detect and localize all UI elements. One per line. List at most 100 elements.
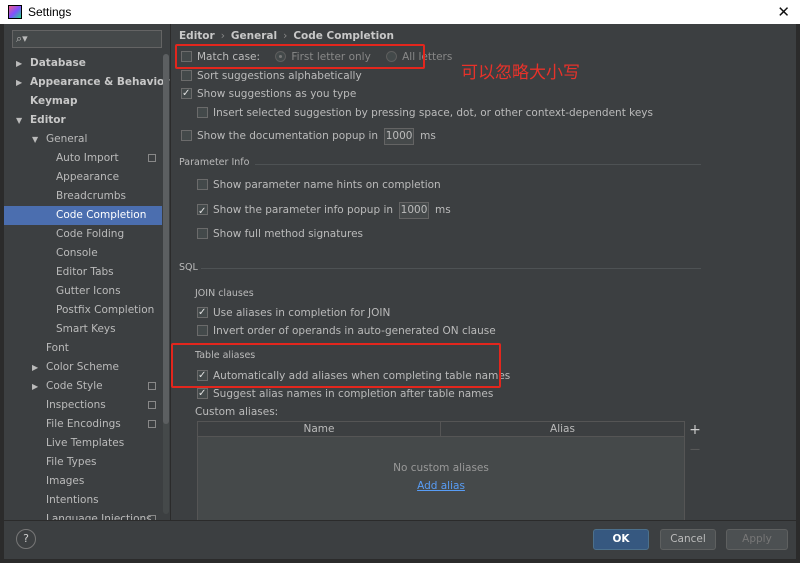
ok-button[interactable]: OK bbox=[593, 529, 649, 550]
sidebar-item-file-encodings[interactable]: File Encodings bbox=[4, 415, 162, 434]
full-signatures-row: Show full method signatures bbox=[197, 226, 363, 242]
param-popup-checkbox[interactable] bbox=[197, 202, 208, 222]
project-scope-icon bbox=[148, 154, 156, 162]
show-as-you-type-checkbox[interactable] bbox=[181, 86, 192, 102]
chevron-right-icon[interactable]: ▶ bbox=[16, 54, 22, 73]
breadcrumb-separator: › bbox=[220, 30, 225, 42]
doc-popup-label: Show the documentation popup in bbox=[197, 130, 379, 142]
sidebar-item-postfix-completion[interactable]: Postfix Completion bbox=[4, 301, 162, 320]
help-button[interactable]: ? bbox=[16, 529, 36, 549]
sidebar-item-font[interactable]: Font bbox=[4, 339, 162, 358]
custom-aliases-table[interactable]: Name Alias No custom aliases Add alias bbox=[197, 421, 685, 521]
chevron-right-icon[interactable]: ▶ bbox=[32, 358, 38, 377]
sidebar-item-database[interactable]: ▶ Database bbox=[4, 54, 162, 73]
sidebar-item-live-templates[interactable]: Live Templates bbox=[4, 434, 162, 453]
sidebar-item-label: Console bbox=[56, 247, 98, 259]
param-popup-row: Show the parameter info popup in 1000 ms bbox=[197, 200, 451, 222]
sidebar-item-label: Code Folding bbox=[56, 228, 125, 240]
sidebar-item-label: Gutter Icons bbox=[56, 285, 121, 297]
column-header-alias[interactable]: Alias bbox=[441, 422, 684, 436]
settings-sidebar: ⌕▾ ▶ Database ▶ Appearance & Behavior Keymap… bbox=[4, 24, 171, 520]
section-divider bbox=[201, 268, 701, 269]
doc-popup-delay-input[interactable]: 1000 bbox=[384, 127, 415, 145]
suggest-alias-label: Suggest alias names in completion after … bbox=[213, 388, 494, 400]
sidebar-item-inspections[interactable]: Inspections bbox=[4, 396, 162, 415]
sidebar-item-label: Appearance bbox=[56, 171, 120, 183]
add-icon[interactable]: + bbox=[687, 422, 703, 438]
add-alias-link[interactable]: Add alias bbox=[198, 480, 684, 492]
sidebar-item-label: Intentions bbox=[46, 494, 99, 506]
sidebar-item-label: Database bbox=[30, 57, 86, 69]
project-scope-icon bbox=[148, 401, 156, 409]
sort-alpha-label: Sort suggestions alphabetically bbox=[197, 70, 362, 82]
sidebar-item-code-style[interactable]: ▶ Code Style bbox=[4, 377, 162, 396]
sidebar-item-code-completion[interactable]: Code Completion bbox=[4, 206, 162, 225]
sidebar-item-code-folding[interactable]: Code Folding bbox=[4, 225, 162, 244]
close-icon[interactable]: ✕ bbox=[777, 3, 790, 21]
sidebar-item-label: Editor Tabs bbox=[56, 266, 114, 278]
sidebar-item-general[interactable]: ▼ General bbox=[4, 130, 162, 149]
section-divider bbox=[255, 164, 701, 165]
sidebar-item-keymap[interactable]: Keymap bbox=[4, 92, 162, 111]
doc-popup-checkbox[interactable] bbox=[181, 130, 192, 141]
sort-alpha-row: Sort suggestions alphabetically bbox=[181, 68, 362, 84]
scrollbar-thumb[interactable] bbox=[163, 54, 169, 424]
param-hints-checkbox[interactable] bbox=[197, 179, 208, 190]
breadcrumb-separator: › bbox=[283, 30, 288, 42]
sidebar-item-label: Appearance & Behavior bbox=[30, 76, 170, 88]
chevron-down-icon[interactable]: ▼ bbox=[16, 111, 22, 130]
use-aliases-checkbox[interactable] bbox=[197, 305, 208, 321]
sidebar-item-breadcrumbs[interactable]: Breadcrumbs bbox=[4, 187, 162, 206]
insert-selected-label: Insert selected suggestion by pressing s… bbox=[213, 107, 653, 119]
param-hints-row: Show parameter name hints on completion bbox=[197, 177, 441, 193]
chevron-right-icon[interactable]: ▶ bbox=[16, 73, 22, 92]
insert-selected-checkbox[interactable] bbox=[197, 107, 208, 118]
param-hints-label: Show parameter name hints on completion bbox=[213, 179, 441, 191]
settings-dialog: ⌕▾ ▶ Database ▶ Appearance & Behavior Keymap… bbox=[4, 24, 796, 559]
project-scope-icon bbox=[148, 420, 156, 428]
sidebar-item-appearance[interactable]: Appearance bbox=[4, 168, 162, 187]
sidebar-item-file-types[interactable]: File Types bbox=[4, 453, 162, 472]
sidebar-item-smart-keys[interactable]: Smart Keys bbox=[4, 320, 162, 339]
sidebar-item-images[interactable]: Images bbox=[4, 472, 162, 491]
insert-selected-row: Insert selected suggestion by pressing s… bbox=[197, 105, 653, 121]
show-as-you-type-row: Show suggestions as you type bbox=[181, 86, 356, 102]
sidebar-item-editor[interactable]: ▼ Editor bbox=[4, 111, 162, 130]
sidebar-item-color-scheme[interactable]: ▶ Color Scheme bbox=[4, 358, 162, 377]
cancel-button[interactable]: Cancel bbox=[660, 529, 716, 550]
invert-order-checkbox[interactable] bbox=[197, 325, 208, 336]
sidebar-item-intentions[interactable]: Intentions bbox=[4, 491, 162, 510]
annotation-text: 可以忽略大小写 bbox=[461, 63, 580, 83]
sidebar-item-label: Language Injections bbox=[46, 513, 152, 520]
sidebar-item-gutter-icons[interactable]: Gutter Icons bbox=[4, 282, 162, 301]
doc-popup-unit: ms bbox=[420, 130, 436, 142]
sidebar-scrollbar[interactable] bbox=[163, 54, 169, 514]
empty-table-text: No custom aliases bbox=[393, 462, 489, 474]
sidebar-item-label: Code Completion bbox=[56, 209, 147, 221]
sidebar-item-label: Smart Keys bbox=[56, 323, 116, 335]
chevron-down-icon[interactable]: ▼ bbox=[32, 130, 38, 149]
full-signatures-checkbox[interactable] bbox=[197, 228, 208, 239]
sidebar-item-label: Inspections bbox=[46, 399, 106, 411]
suggest-alias-checkbox[interactable] bbox=[197, 386, 208, 402]
sidebar-item-label: Color Scheme bbox=[46, 361, 119, 373]
column-header-name[interactable]: Name bbox=[198, 422, 441, 436]
show-as-you-type-label: Show suggestions as you type bbox=[197, 88, 357, 100]
sql-section-title: SQL bbox=[179, 262, 198, 273]
param-popup-delay-input[interactable]: 1000 bbox=[399, 201, 430, 219]
sidebar-item-appearance-behavior[interactable]: ▶ Appearance & Behavior bbox=[4, 73, 169, 92]
remove-icon[interactable]: — bbox=[687, 444, 703, 455]
sort-alpha-checkbox[interactable] bbox=[181, 70, 192, 81]
sidebar-item-label: Breadcrumbs bbox=[56, 190, 126, 202]
breadcrumb-editor: Editor bbox=[179, 30, 215, 42]
apply-button[interactable]: Apply bbox=[726, 529, 788, 550]
settings-tree: ▶ Database ▶ Appearance & Behavior Keymap ▼ Ed… bbox=[4, 54, 169, 520]
sidebar-item-auto-import[interactable]: Auto Import bbox=[4, 149, 162, 168]
sidebar-item-label: Editor bbox=[30, 114, 66, 126]
chevron-right-icon[interactable]: ▶ bbox=[32, 377, 38, 396]
sidebar-item-editor-tabs[interactable]: Editor Tabs bbox=[4, 263, 162, 282]
invert-order-label: Invert order of operands in auto-generat… bbox=[213, 325, 496, 337]
sidebar-item-console[interactable]: Console bbox=[4, 244, 162, 263]
sidebar-item-language-injections[interactable]: Language Injections bbox=[4, 510, 162, 520]
search-input[interactable]: ⌕▾ bbox=[12, 30, 162, 48]
